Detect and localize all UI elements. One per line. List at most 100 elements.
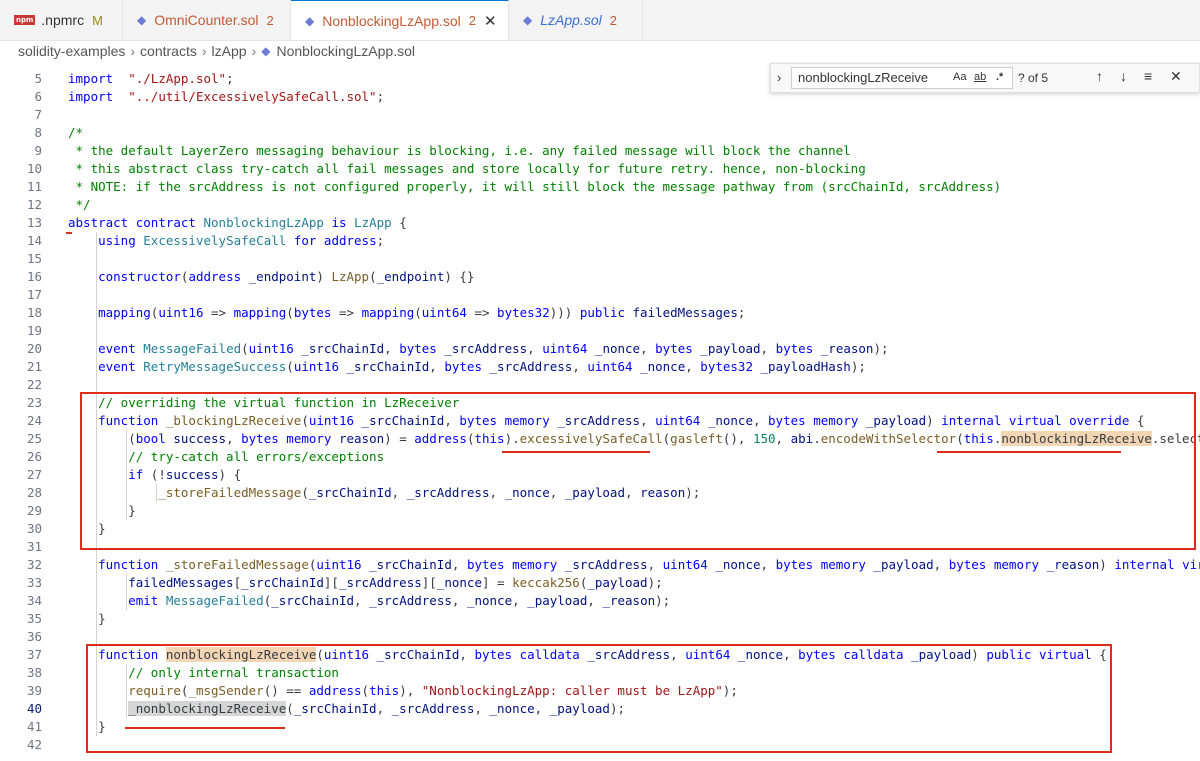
identifier-token: _srcAddress — [564, 557, 648, 572]
function-token: LzApp — [331, 269, 370, 284]
code-content: /* — [68, 124, 83, 142]
solidity-icon: ◆ — [137, 13, 147, 27]
keyword-token: virtual — [1182, 557, 1200, 572]
line-number: 22 — [26, 377, 42, 392]
code-line[interactable]: 19 — [0, 322, 1200, 340]
code-line[interactable]: 12 */ — [0, 196, 1200, 214]
toggle-replace-icon[interactable]: › — [777, 70, 781, 85]
type-token: ExcessivelySafeCall — [143, 233, 287, 248]
code-line[interactable]: 35 } — [0, 610, 1200, 628]
tab-nonblockinglzapp[interactable]: ◆ NonblockingLzApp.sol 2 ✕ — [291, 0, 509, 40]
line-number: 8 — [34, 125, 42, 140]
code-text: , — [587, 593, 603, 608]
match-count: ? of 5 — [1018, 71, 1049, 85]
npm-icon: npm — [14, 15, 36, 25]
line-number: 6 — [34, 89, 42, 104]
code-text: , — [640, 341, 656, 356]
keyword-token: bytes — [655, 341, 693, 356]
comment-token: /* — [68, 125, 84, 140]
breadcrumb-item[interactable]: NonblockingLzApp.sol — [276, 43, 415, 59]
line-number: 26 — [26, 449, 42, 464]
code-line[interactable]: 16 constructor(address _endpoint) LzApp(… — [0, 268, 1200, 286]
code-text: ) {} — [444, 269, 475, 284]
code-line[interactable]: 8 /* — [0, 124, 1200, 142]
identifier-token: _srcChainId — [346, 359, 430, 374]
line-number: 34 — [26, 593, 42, 608]
code-line[interactable]: 15 — [0, 250, 1200, 268]
code-line[interactable]: 13 abstract contract NonblockingLzApp is … — [0, 214, 1200, 232]
breadcrumb-item[interactable]: lzApp — [212, 43, 247, 59]
code-editor[interactable]: 5 import "./LzApp.sol"; 6 import "../util/E… — [0, 62, 1200, 761]
underline-nonblocking-receive-call — [125, 727, 285, 729]
line-number: 33 — [26, 575, 42, 590]
chevron-right-icon: › — [130, 43, 136, 59]
underline-this-nonblocking-receive — [937, 451, 1121, 453]
breadcrumb-item[interactable]: contracts — [140, 43, 197, 59]
identifier-token: _payload — [700, 341, 761, 356]
line-number: 11 — [26, 179, 42, 194]
code-line[interactable]: 33 failedMessages[_srcChainId][_srcAddre… — [0, 574, 1200, 592]
solidity-icon: ◆ — [305, 13, 315, 28]
code-line[interactable]: 18 mapping(uint16 => mapping(bytes => ma… — [0, 304, 1200, 322]
code-line[interactable]: 21 event RetryMessageSuccess(uint16 _src… — [0, 358, 1200, 376]
match-case-icon[interactable]: Aa — [953, 71, 966, 83]
keyword-token: for — [293, 233, 317, 248]
code-line[interactable]: 14 using ExcessivelySafeCall for address… — [0, 232, 1200, 250]
keyword-token: bytes — [444, 359, 482, 374]
keyword-token: address — [188, 269, 242, 284]
line-number: 30 — [26, 521, 42, 536]
code-text: => — [331, 305, 362, 320]
keyword-token: uint64 — [662, 557, 708, 572]
code-line[interactable]: 7 — [0, 106, 1200, 124]
breadcrumb-item[interactable]: solidity-examples — [18, 43, 125, 59]
keyword-token: uint64 — [421, 305, 467, 320]
line-number: 38 — [26, 665, 42, 680]
find-in-selection-icon[interactable]: ≡ — [1144, 68, 1152, 84]
code-content: event RetryMessageSuccess(uint16 _srcCha… — [68, 358, 866, 376]
code-text: , — [354, 593, 370, 608]
arrow-down-icon[interactable]: ↓ — [1120, 68, 1127, 84]
regex-icon[interactable]: .* — [996, 71, 1003, 83]
code-text: , — [572, 359, 588, 374]
code-text: { — [391, 215, 407, 230]
tab-npmrc[interactable]: npm .npmrc M — [0, 0, 123, 40]
code-line[interactable]: 17 — [0, 286, 1200, 304]
code-line[interactable]: 10 * this abstract class try-catch all f… — [0, 160, 1200, 178]
identifier-token: _payload — [873, 557, 934, 572]
identifier-token: failedMessages — [632, 305, 738, 320]
code-text: ][ — [421, 575, 437, 590]
identifier-token: _reason — [602, 593, 656, 608]
code-line[interactable]: 20 event MessageFailed(uint16 _srcChainI… — [0, 340, 1200, 358]
identifier-token: _srcAddress — [444, 341, 528, 356]
close-icon[interactable]: ✕ — [484, 12, 497, 30]
chevron-right-icon: › — [251, 43, 257, 59]
code-text: , — [451, 557, 467, 572]
error-squiggle — [66, 228, 72, 234]
match-whole-word-icon[interactable]: ab — [974, 71, 986, 83]
code-line[interactable]: 32 function _storeFailedMessage(uint16 _… — [0, 556, 1200, 574]
code-content: using ExcessivelySafeCall for address; — [68, 232, 384, 250]
arrow-up-icon[interactable]: ↑ — [1096, 68, 1103, 84]
keyword-token: function — [98, 557, 159, 572]
keyword-token: mapping — [361, 305, 415, 320]
code-line[interactable]: 34 emit MessageFailed(_srcChainId, _srcA… — [0, 592, 1200, 610]
type-token: RetryMessageSuccess — [143, 359, 287, 374]
code-line[interactable]: 9 * the default LayerZero messaging beha… — [0, 142, 1200, 160]
tab-lzapp[interactable]: ◆ LzApp.sol 2 — [509, 0, 643, 40]
keyword-token: emit — [128, 593, 159, 608]
close-icon[interactable]: ✕ — [1170, 68, 1182, 85]
tab-omnicounter[interactable]: ◆ OmniCounter.sol 2 — [123, 0, 291, 40]
keyword-token: address — [323, 233, 377, 248]
code-line[interactable]: 11 * NOTE: if the srcAddress is not conf… — [0, 178, 1200, 196]
